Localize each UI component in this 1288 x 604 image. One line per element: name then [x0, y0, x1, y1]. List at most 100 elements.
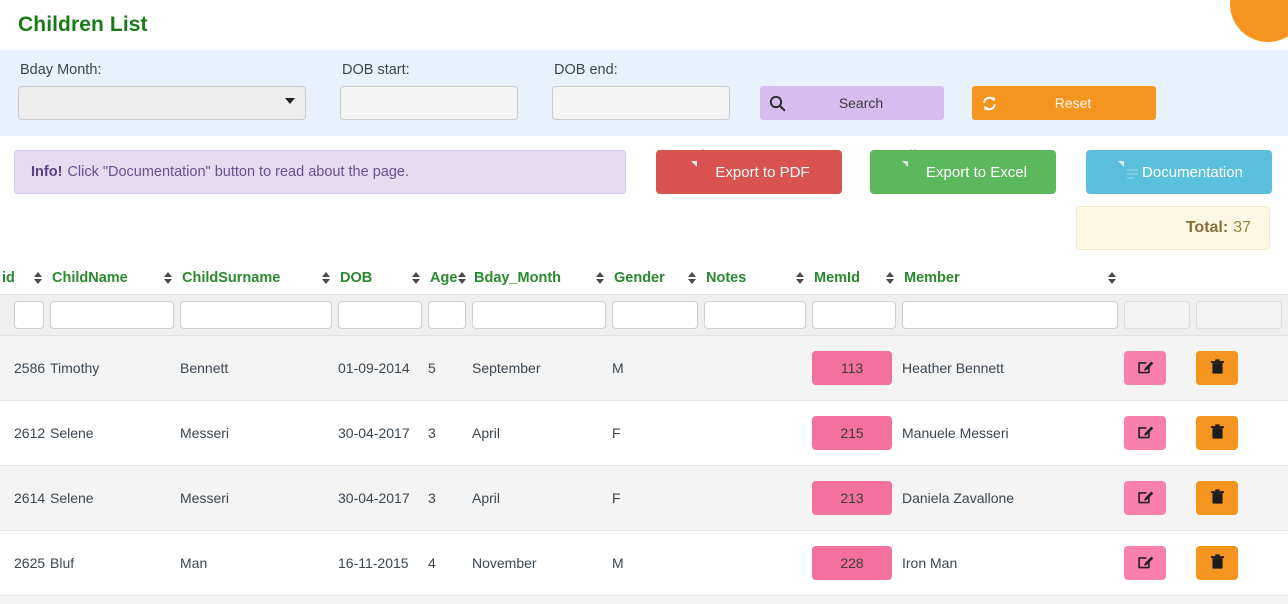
filter-bar: Bday Month: DOB start: DOB end: Search R… — [0, 50, 1288, 136]
sort-updown-icon[interactable] — [33, 272, 42, 284]
col-header-gender-label: Gender — [614, 270, 665, 286]
cell-bday-month: April — [472, 465, 612, 531]
edit-row-button[interactable] — [1124, 351, 1166, 385]
dob-start-input[interactable] — [340, 86, 518, 120]
cell-childname: Selene — [50, 465, 180, 531]
cell-id: 2626 — [0, 595, 50, 604]
col-header-age[interactable]: Age — [428, 264, 472, 295]
cell-id: 2614 — [0, 465, 50, 531]
cell-notes — [704, 595, 812, 604]
table-row: 2625 Bluf Man 16-11-2015 4 November M 228 Iron M… — [0, 530, 1288, 596]
filter-input-age[interactable] — [428, 301, 466, 329]
edit-row-button[interactable] — [1124, 546, 1166, 580]
excel-file-icon-tag: X — [910, 148, 917, 158]
export-to-excel-label: Export to Excel — [926, 163, 1027, 181]
col-header-member[interactable]: Member — [902, 264, 1124, 295]
cell-member: Iron Man — [902, 530, 1124, 596]
cell-delete-action — [1196, 530, 1288, 596]
bday-month-label: Bday Month: — [20, 62, 102, 78]
cell-childsurname: Messeri — [180, 400, 338, 466]
cell-delete-action — [1196, 400, 1288, 466]
filter-input-dob[interactable] — [338, 301, 422, 329]
documentation-button[interactable]: Documentation — [1086, 150, 1272, 194]
col-header-childsurname-label: ChildSurname — [182, 270, 281, 286]
cell-delete-action — [1196, 335, 1288, 401]
col-header-childname[interactable]: ChildName — [50, 264, 180, 295]
dob-end-filter-group: DOB end: — [552, 62, 730, 120]
cell-notes — [704, 530, 812, 596]
filter-input-notes[interactable] — [704, 301, 806, 329]
cell-gender: F — [612, 465, 704, 531]
memid-badge: 228 — [812, 546, 892, 580]
children-table-container: id ChildName ChildSurname DOB Age Bday_M… — [0, 250, 1288, 604]
sort-updown-icon[interactable] — [687, 272, 696, 284]
trash-icon — [1210, 358, 1225, 378]
sort-updown-icon[interactable] — [1107, 272, 1116, 284]
dob-start-filter-group: DOB start: — [340, 62, 518, 120]
dob-end-input[interactable] — [552, 86, 730, 120]
table-row: 2612 Selene Messeri 30-04-2017 3 April F 215 Man… — [0, 400, 1288, 466]
info-alert-prefix: Info! — [31, 164, 63, 180]
col-header-dob[interactable]: DOB — [338, 264, 428, 295]
bday-month-select[interactable] — [18, 86, 306, 120]
table-head: id ChildName ChildSurname DOB Age Bday_M… — [0, 264, 1288, 336]
filter-input-childsurname[interactable] — [180, 301, 332, 329]
col-header-notes[interactable]: Notes — [704, 264, 812, 295]
export-to-pdf-label: Export to PDF — [715, 163, 810, 181]
sort-updown-icon[interactable] — [457, 272, 466, 284]
trash-icon — [1210, 488, 1225, 508]
col-header-childsurname[interactable]: ChildSurname — [180, 264, 338, 295]
cell-dob: 30-04-2017 — [338, 400, 428, 466]
filter-input-gender[interactable] — [612, 301, 698, 329]
children-table: id ChildName ChildSurname DOB Age Bday_M… — [0, 264, 1288, 604]
sort-updown-icon[interactable] — [411, 272, 420, 284]
search-button[interactable]: Search — [760, 86, 944, 120]
delete-row-button[interactable] — [1196, 481, 1238, 515]
filter-input-bday-month[interactable] — [472, 301, 606, 329]
edit-pencil-icon — [1137, 488, 1154, 508]
export-to-pdf-button[interactable]: A Export to PDF — [656, 149, 842, 194]
col-header-childname-label: ChildName — [52, 270, 128, 286]
col-header-bday-month[interactable]: Bday_Month — [472, 264, 612, 295]
col-header-memid-label: MemId — [814, 270, 860, 286]
export-to-excel-button[interactable]: X Export to Excel — [870, 149, 1056, 194]
filter-input-childname[interactable] — [50, 301, 174, 329]
filter-input-member[interactable] — [902, 301, 1118, 329]
col-header-memid[interactable]: MemId — [812, 264, 902, 295]
sort-updown-icon[interactable] — [885, 272, 894, 284]
cell-childsurname: Bennett — [180, 335, 338, 401]
col-header-age-label: Age — [430, 270, 458, 286]
sort-updown-icon[interactable] — [163, 272, 172, 284]
excel-file-icon: X — [899, 149, 917, 183]
sort-updown-icon[interactable] — [795, 272, 804, 284]
filter-input-memid[interactable] — [812, 301, 896, 329]
cell-edit-action — [1124, 400, 1196, 466]
reset-button[interactable]: Reset — [972, 86, 1156, 120]
refresh-icon — [972, 95, 1006, 112]
pdf-file-icon: A — [688, 149, 706, 183]
cell-bday-month: November — [472, 595, 612, 604]
col-header-member-label: Member — [904, 270, 960, 286]
filter-input-delete-disabled — [1196, 301, 1282, 329]
table-row: 2586 Timothy Bennett 01-09-2014 5 September M 1… — [0, 335, 1288, 401]
cell-edit-action — [1124, 465, 1196, 531]
delete-row-button[interactable] — [1196, 416, 1238, 450]
edit-row-button[interactable] — [1124, 481, 1166, 515]
delete-row-button[interactable] — [1196, 351, 1238, 385]
cell-memid: 213 — [812, 465, 902, 531]
table-body: 2586 Timothy Bennett 01-09-2014 5 September M 1… — [0, 335, 1288, 604]
cell-bday-month: April — [472, 400, 612, 466]
cell-childname: Bluf — [50, 530, 180, 596]
cell-age: 4 — [428, 530, 472, 596]
delete-row-button[interactable] — [1196, 546, 1238, 580]
col-header-id[interactable]: id — [0, 264, 50, 295]
col-header-gender[interactable]: Gender — [612, 264, 704, 295]
cell-gender: M — [612, 530, 704, 596]
filter-input-id[interactable] — [14, 301, 44, 329]
sort-updown-icon[interactable] — [595, 272, 604, 284]
edit-row-button[interactable] — [1124, 416, 1166, 450]
cell-age: 3 — [428, 465, 472, 531]
sort-updown-icon[interactable] — [321, 272, 330, 284]
cell-dob: 16-11-2015 — [338, 530, 428, 596]
cell-notes — [704, 465, 812, 531]
